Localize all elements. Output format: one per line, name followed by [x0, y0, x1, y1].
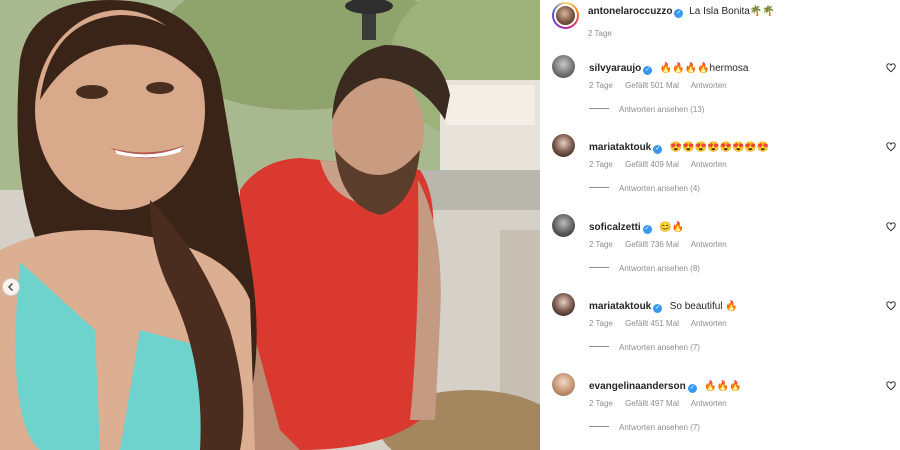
- comment-timestamp[interactable]: 2 Tage: [589, 240, 613, 249]
- comment-timestamp[interactable]: 2 Tage: [589, 399, 613, 408]
- replies-divider: [589, 108, 609, 109]
- comment-text: 😊🔥: [659, 222, 685, 233]
- chevron-left-icon: [8, 283, 13, 291]
- heart-icon: [886, 63, 896, 73]
- caption-timestamp[interactable]: 2 Tage: [588, 29, 612, 38]
- verified-badge-icon: ✓: [653, 304, 663, 313]
- replies-divider: [589, 267, 609, 268]
- commenter-username[interactable]: soficalzetti: [589, 222, 641, 233]
- comment-item: evangelinaanderson ✓ 🔥🔥🔥 2 Tage Gefällt 4…: [552, 373, 900, 443]
- comment-item: silvyaraujo ✓ 🔥🔥🔥🔥hermosa 2 Tage Gefällt …: [552, 55, 900, 125]
- commenter-username[interactable]: silvyaraujo: [589, 63, 641, 74]
- commenter-avatar[interactable]: [552, 214, 575, 237]
- verified-badge-icon: ✓: [653, 145, 663, 154]
- view-replies-button[interactable]: Antworten ansehen (7): [589, 343, 700, 352]
- post-photo: [0, 0, 540, 450]
- comment-likes-count[interactable]: Gefällt 497 Mal: [625, 399, 679, 408]
- caption-username[interactable]: antonelaroccuzzo: [588, 6, 672, 17]
- comment-text: So beautiful 🔥: [669, 301, 738, 312]
- heart-icon: [886, 301, 896, 311]
- view-replies-label: Antworten ansehen (4): [619, 184, 700, 193]
- heart-icon: [886, 381, 896, 391]
- heart-icon: [886, 222, 896, 232]
- commenter-avatar[interactable]: [552, 293, 575, 316]
- comment-text: 🔥🔥🔥🔥hermosa: [659, 63, 749, 74]
- replies-divider: [589, 187, 609, 188]
- commenter-avatar[interactable]: [552, 55, 575, 78]
- caption-text: La Isla Bonita🌴🌴: [689, 6, 775, 17]
- comment-text: 🔥🔥🔥: [704, 381, 742, 392]
- previous-photo-button[interactable]: [2, 278, 20, 296]
- comment-like-button[interactable]: [886, 139, 896, 157]
- comment-text: 😍😍😍😍😍😍😍😍: [669, 142, 770, 153]
- view-replies-label: Antworten ansehen (13): [619, 105, 705, 114]
- comment-item: soficalzetti ✓ 😊🔥 2 Tage Gefällt 736 Mal …: [552, 214, 900, 284]
- heart-icon: [886, 142, 896, 152]
- post-caption: antonelaroccuzzo ✓ La Isla Bonita🌴🌴 2 Tag…: [552, 2, 892, 42]
- replies-divider: [589, 346, 609, 347]
- comments-panel: antonelaroccuzzo ✓ La Isla Bonita🌴🌴 2 Tag…: [540, 0, 900, 450]
- view-replies-label: Antworten ansehen (8): [619, 264, 700, 273]
- reply-button[interactable]: Antworten: [691, 81, 727, 90]
- comment-likes-count[interactable]: Gefällt 736 Mal: [625, 240, 679, 249]
- view-replies-label: Antworten ansehen (7): [619, 423, 700, 432]
- verified-badge-icon: ✓: [674, 9, 684, 18]
- reply-button[interactable]: Antworten: [691, 319, 727, 328]
- reply-button[interactable]: Antworten: [691, 240, 727, 249]
- replies-divider: [589, 426, 609, 427]
- commenter-username[interactable]: mariataktouk: [589, 142, 651, 153]
- comment-item: mariataktouk ✓ 😍😍😍😍😍😍😍😍 2 Tage Gefällt 40…: [552, 134, 900, 204]
- comment-like-button[interactable]: [886, 219, 896, 237]
- reply-button[interactable]: Antworten: [691, 160, 727, 169]
- comment-timestamp[interactable]: 2 Tage: [589, 160, 613, 169]
- comment-timestamp[interactable]: 2 Tage: [589, 319, 613, 328]
- caption-avatar[interactable]: [552, 2, 579, 29]
- comment-timestamp[interactable]: 2 Tage: [589, 81, 613, 90]
- reply-button[interactable]: Antworten: [691, 399, 727, 408]
- comment-item: mariataktouk ✓ So beautiful 🔥 2 Tage Gefä…: [552, 293, 900, 363]
- verified-badge-icon: ✓: [643, 66, 653, 75]
- view-replies-label: Antworten ansehen (7): [619, 343, 700, 352]
- comment-like-button[interactable]: [886, 60, 896, 78]
- comment-likes-count[interactable]: Gefällt 501 Mal: [625, 81, 679, 90]
- comment-like-button[interactable]: [886, 298, 896, 316]
- verified-badge-icon: ✓: [687, 384, 697, 393]
- view-replies-button[interactable]: Antworten ansehen (4): [589, 184, 700, 193]
- commenter-username[interactable]: mariataktouk: [589, 301, 651, 312]
- view-replies-button[interactable]: Antworten ansehen (7): [589, 423, 700, 432]
- commenter-username[interactable]: evangelinaanderson: [589, 381, 686, 392]
- comment-likes-count[interactable]: Gefällt 451 Mal: [625, 319, 679, 328]
- commenter-avatar[interactable]: [552, 373, 575, 396]
- view-replies-button[interactable]: Antworten ansehen (13): [589, 105, 704, 114]
- commenter-avatar[interactable]: [552, 134, 575, 157]
- comment-likes-count[interactable]: Gefällt 409 Mal: [625, 160, 679, 169]
- photo-illustration: [0, 0, 540, 450]
- comment-like-button[interactable]: [886, 378, 896, 396]
- view-replies-button[interactable]: Antworten ansehen (8): [589, 264, 700, 273]
- verified-badge-icon: ✓: [642, 225, 652, 234]
